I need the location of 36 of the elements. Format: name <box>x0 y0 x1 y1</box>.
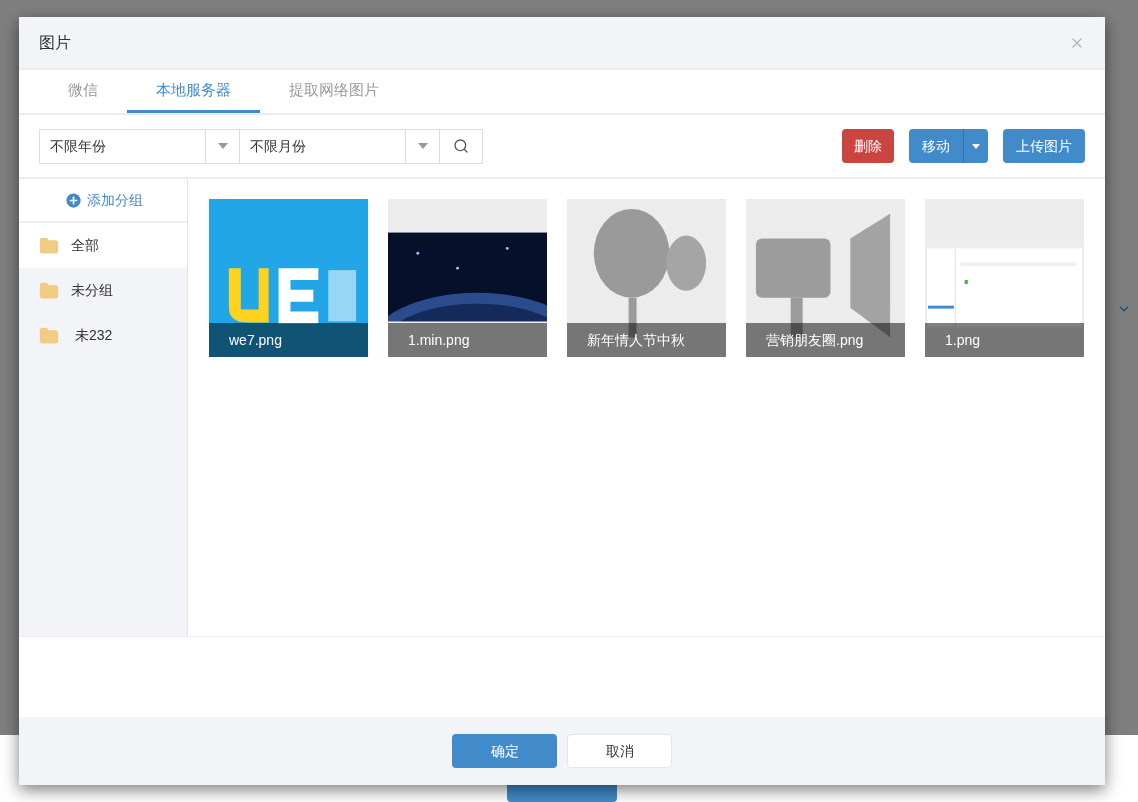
filter-select[interactable]: 不限年份 <box>40 129 240 163</box>
group-item[interactable]: 未232 <box>19 313 187 358</box>
move-button[interactable]: 移动 <box>909 129 964 163</box>
image-thumbnail[interactable]: 1.min.png <box>388 199 547 357</box>
plus-icon <box>63 190 83 210</box>
filter-value: 不限年份 <box>49 136 107 156</box>
image-thumbnail[interactable]: 1.png <box>925 199 1084 357</box>
group-item[interactable]: 全部 <box>19 223 187 268</box>
image-filename: we7.png <box>209 323 368 357</box>
caret-icon <box>417 143 428 149</box>
tab[interactable]: 提取网络图片 <box>260 70 408 113</box>
folder-icon <box>39 235 59 256</box>
image-thumbnail[interactable]: 营销朋友圈.png <box>746 199 905 357</box>
filter-select[interactable]: 不限月份 <box>240 129 440 163</box>
image-thumbnail[interactable]: 新年情人节中秋 <box>567 199 726 357</box>
caret-icon <box>972 143 980 149</box>
tab[interactable]: 微信 <box>39 70 127 113</box>
add-group-button[interactable]: 添加分组 <box>19 179 187 223</box>
image-filename: 1.min.png <box>388 323 547 357</box>
tab[interactable]: 本地服务器 <box>127 70 260 113</box>
image-thumbnail[interactable]: we7.png <box>209 199 368 357</box>
filter-value: 不限月份 <box>249 136 307 156</box>
image-filename: 1.png <box>925 323 1084 357</box>
folder-icon <box>39 280 59 301</box>
group-item[interactable]: 未分组 <box>19 268 187 313</box>
delete-button[interactable]: 删除 <box>842 129 894 163</box>
move-dropdown-button[interactable] <box>964 129 988 163</box>
caret-icon <box>217 143 228 149</box>
image-filename: 新年情人节中秋 <box>567 323 726 357</box>
image-filename: 营销朋友圈.png <box>746 323 905 357</box>
folder-icon <box>39 325 59 346</box>
search-icon <box>453 138 469 154</box>
ok-button[interactable]: 确定 <box>452 734 557 768</box>
upload-button[interactable]: 上传图片 <box>1003 129 1085 163</box>
dialog-title: 图片 <box>39 32 71 53</box>
cancel-button[interactable]: 取消 <box>567 734 672 768</box>
